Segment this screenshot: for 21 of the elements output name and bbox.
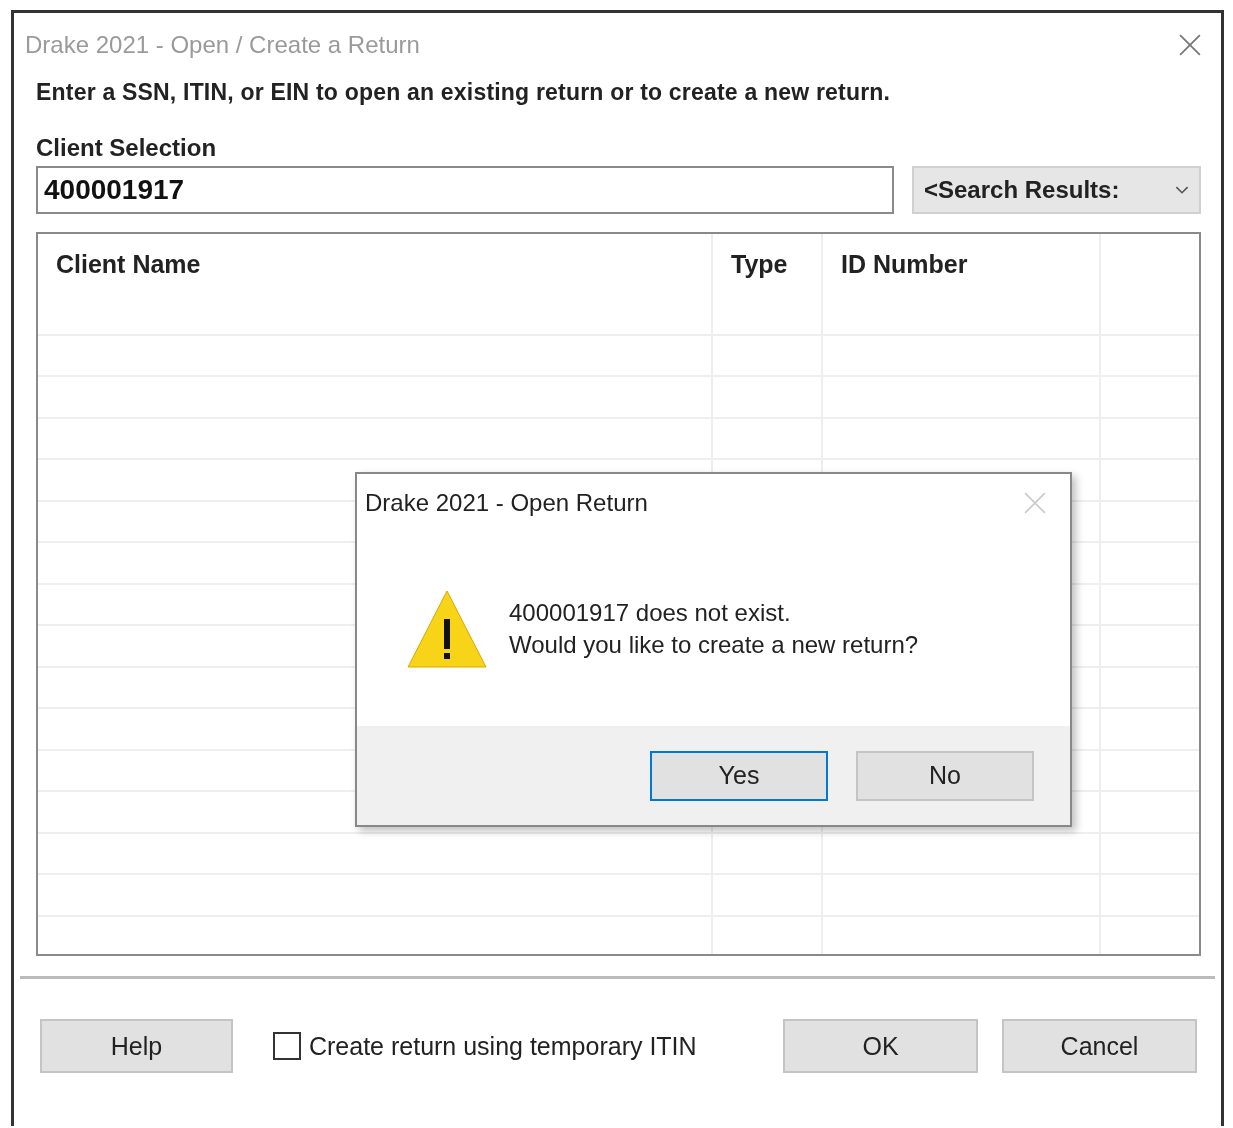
client-selection-field[interactable]: 400001917 xyxy=(36,166,894,214)
instruction-text: Enter a SSN, ITIN, or EIN to open an existing return or to create a new return. xyxy=(36,79,892,106)
checkbox[interactable] xyxy=(272,1032,301,1060)
no-button[interactable]: No xyxy=(856,750,1034,801)
column-header[interactable]: ID Number xyxy=(823,234,1101,294)
warning-icon xyxy=(407,589,487,669)
window-title: Drake 2021 - Open / Create a Return xyxy=(25,31,421,59)
field-label: Client Selection xyxy=(36,134,218,162)
search-results-dropdown[interactable]: <Search Results: xyxy=(912,166,1201,214)
ok-button[interactable]: OK xyxy=(783,1019,979,1073)
column-header[interactable]: Type xyxy=(713,234,823,294)
yes-button[interactable]: Yes xyxy=(650,750,828,801)
dialog-title: Drake 2021 - Open Return xyxy=(365,489,649,517)
close-icon[interactable] xyxy=(1179,34,1201,56)
cancel-button[interactable]: Cancel xyxy=(1002,1019,1197,1073)
help-button[interactable]: Help xyxy=(40,1019,233,1073)
caret-icon xyxy=(1175,185,1189,195)
message-text: 400001917 does not exist. xyxy=(509,598,792,628)
column-header[interactable]: Client Name xyxy=(38,234,713,294)
message-text: Would you like to create a new return? xyxy=(509,630,919,660)
checkbox-label: Create return using temporary ITIN xyxy=(308,1031,697,1061)
